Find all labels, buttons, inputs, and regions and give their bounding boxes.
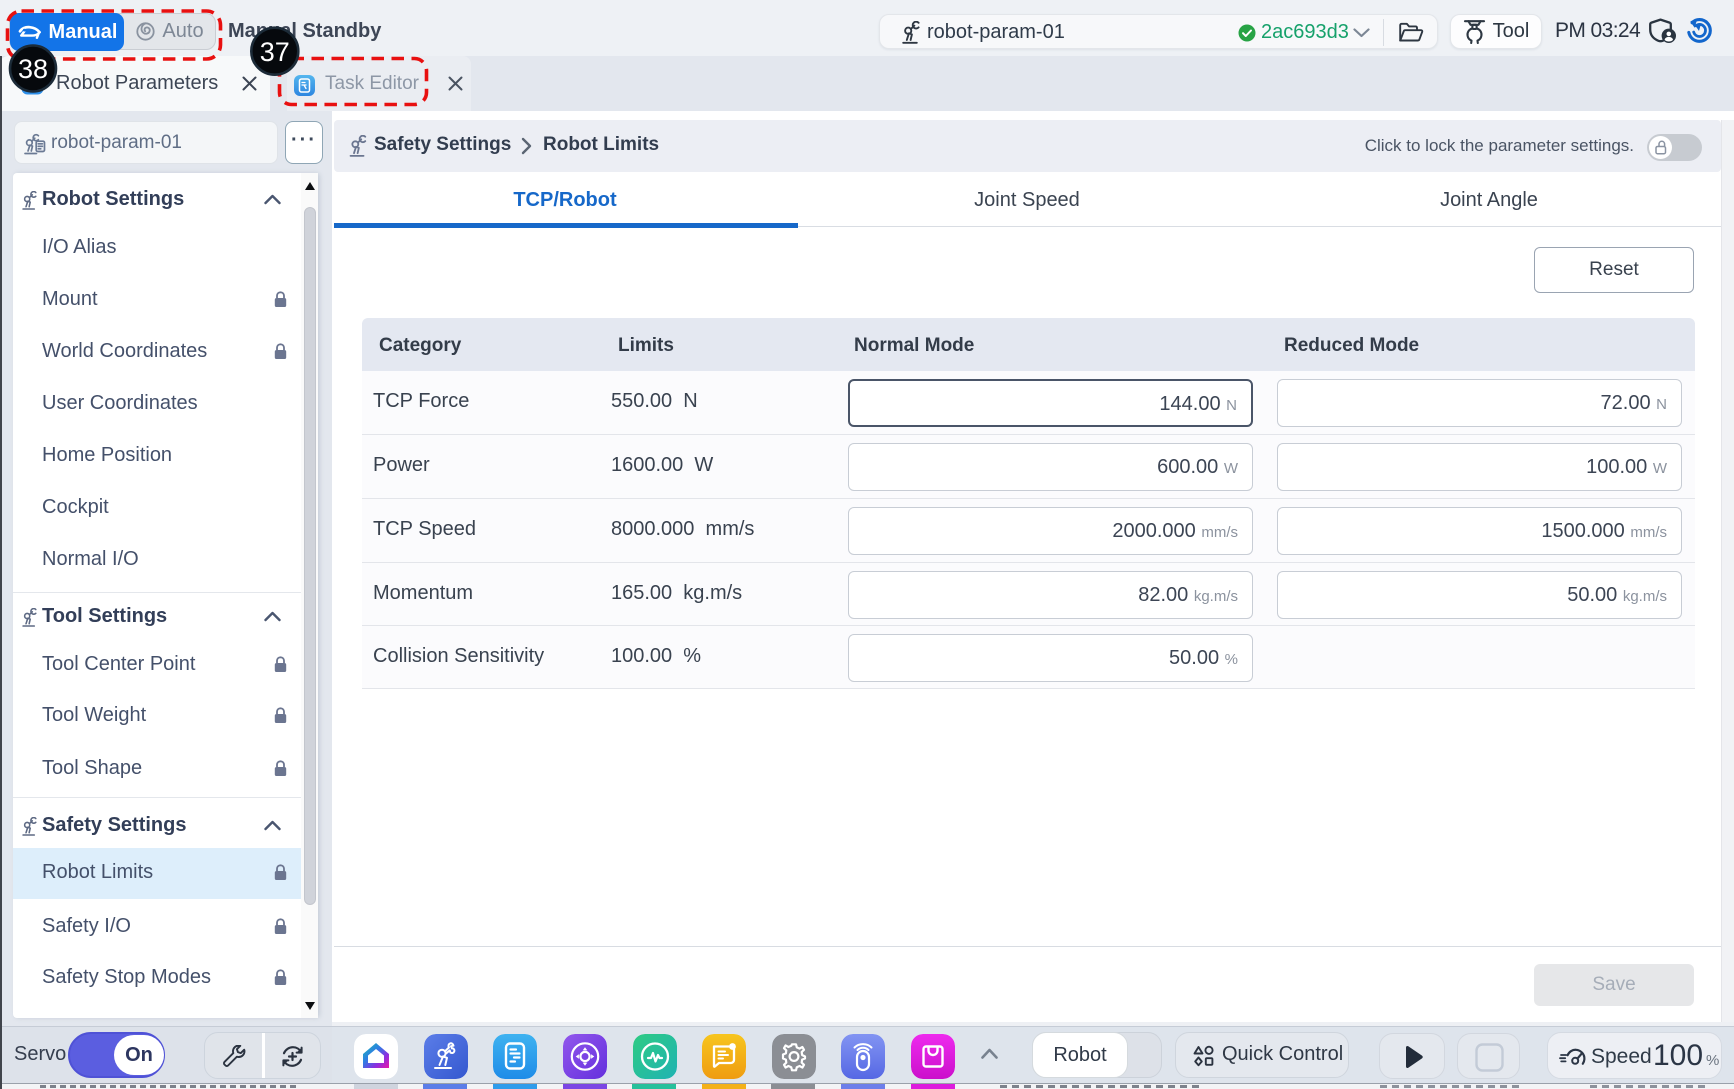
- svg-text:37: 37: [260, 37, 290, 67]
- svg-text:38: 38: [18, 54, 48, 84]
